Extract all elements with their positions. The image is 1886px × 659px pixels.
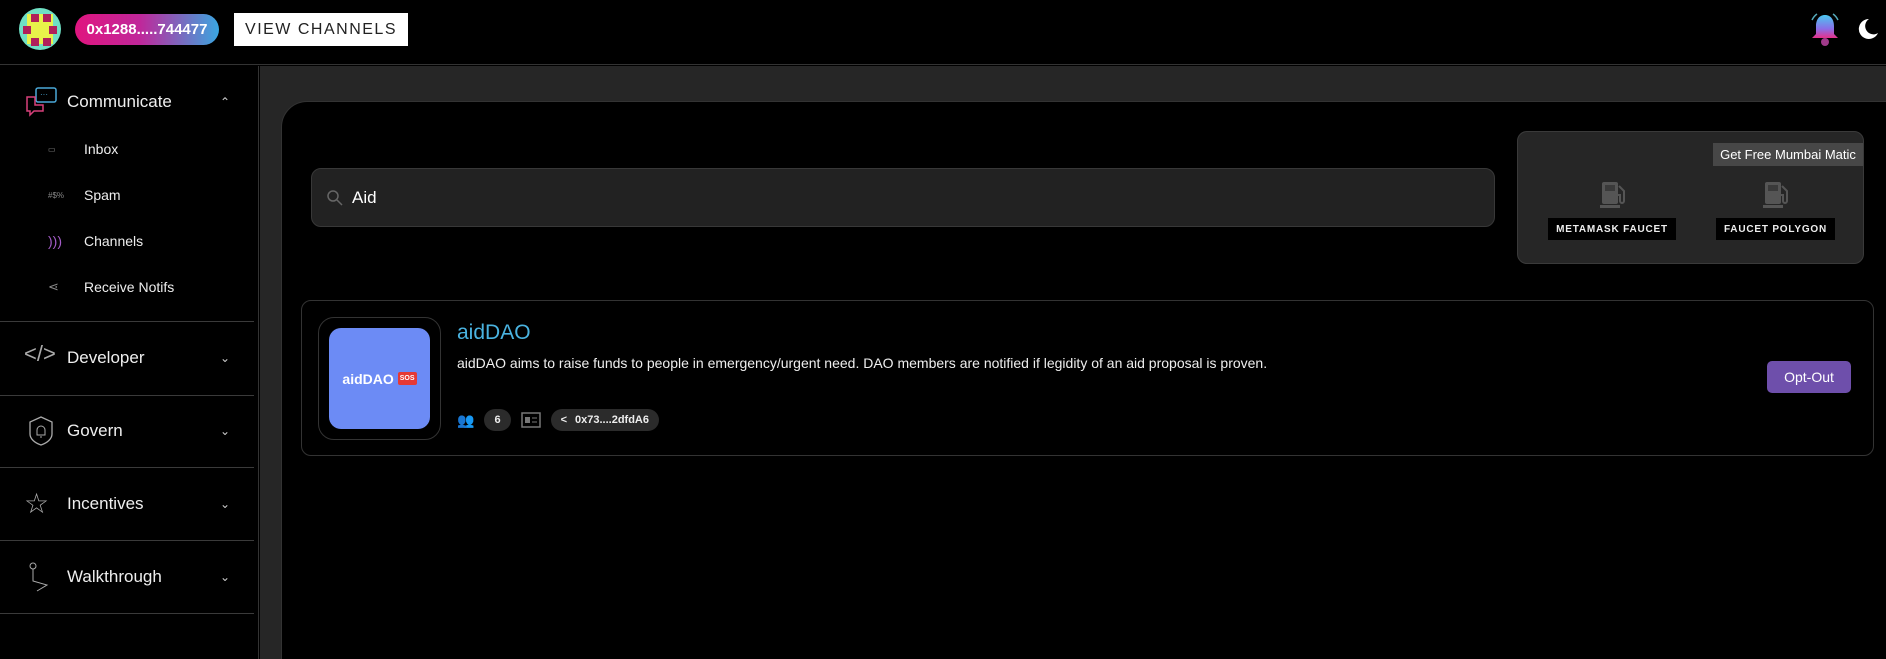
divider: [0, 540, 254, 541]
channel-name[interactable]: aidDAO: [457, 321, 531, 345]
chevron-up-icon[interactable]: ⌃: [220, 95, 230, 109]
shield-bell-icon: [29, 416, 53, 446]
faucet-panel: Get Free Mumbai Matic METAMASK FAUCET FA…: [1517, 131, 1864, 264]
share-icon: <: [560, 414, 567, 426]
search-icon: [327, 189, 343, 206]
chevron-down-icon[interactable]: ⌄: [220, 497, 230, 511]
gas-pump-icon: [1600, 182, 1625, 208]
sidebar-section-communicate[interactable]: ··· Communicate ⌃: [0, 84, 258, 120]
metamask-faucet-button[interactable]: METAMASK FAUCET: [1548, 218, 1676, 240]
opt-out-button[interactable]: Opt-Out: [1767, 361, 1851, 393]
share-nodes-icon: ⋖: [48, 279, 59, 294]
sidebar-section-govern[interactable]: Govern ⌄: [0, 414, 258, 448]
inbox-icon: ▭: [48, 144, 56, 154]
channels-waves-icon: ))): [48, 233, 62, 249]
sidebar-section-walkthrough[interactable]: Walkthrough ⌄: [0, 560, 258, 594]
route-path-icon: [29, 562, 49, 592]
subscribers-icon: 👥: [457, 411, 475, 428]
chevron-down-icon[interactable]: ⌄: [220, 424, 230, 438]
spam-icon: #$%: [48, 190, 65, 200]
sidebar-item-channels[interactable]: ))) Channels: [48, 233, 143, 249]
faucet-polygon-button[interactable]: FAUCET POLYGON: [1716, 218, 1835, 240]
divider: [0, 467, 254, 468]
channel-description: aidDAO aims to raise funds to people in …: [457, 355, 1268, 371]
search-input[interactable]: [352, 187, 1452, 208]
sidebar-section-developer[interactable]: </> Developer ⌄: [0, 341, 258, 375]
subscriber-count: 6: [484, 409, 511, 431]
chevron-down-icon[interactable]: ⌄: [220, 351, 230, 365]
svg-text:···: ···: [40, 90, 48, 99]
star-icon: ☆: [24, 488, 50, 519]
sos-badge: SOS: [397, 372, 417, 385]
dark-mode-moon-icon[interactable]: [1855, 17, 1879, 41]
gas-pump-icon: [1763, 182, 1788, 208]
divider: [0, 321, 254, 322]
search-bar[interactable]: [311, 168, 1495, 227]
sidebar: ··· Communicate ⌃ ▭ Inbox #$% Spam ))) Chan…: [0, 66, 259, 659]
faucet-title: Get Free Mumbai Matic: [1713, 143, 1863, 166]
chat-bubbles-icon: ···: [26, 87, 57, 117]
channel-address-pill[interactable]: <0x73....2dfdA6: [550, 409, 659, 431]
divider: [0, 395, 254, 396]
channel-meta: 👥 6 <0x73....2dfdA6: [457, 409, 659, 431]
sidebar-section-label: Communicate: [67, 92, 172, 111]
id-card-icon: [520, 412, 541, 428]
sidebar-section-incentives[interactable]: ☆ Incentives ⌄: [0, 487, 258, 521]
bell-icon[interactable]: [1808, 12, 1842, 48]
sidebar-item-inbox[interactable]: ▭ Inbox: [48, 141, 118, 157]
code-icon: </>: [24, 341, 56, 366]
wallet-address-pill[interactable]: 0x1288.....744477: [75, 14, 219, 45]
channel-card: aidDAO SOS aidDAO aidDAO aims to raise fu…: [301, 300, 1874, 456]
view-channels-button[interactable]: VIEW CHANNELS: [234, 13, 408, 46]
divider: [0, 613, 254, 614]
sidebar-item-spam[interactable]: #$% Spam: [48, 187, 121, 203]
top-header: 0x1288.....744477 VIEW CHANNELS: [0, 0, 1886, 65]
channel-logo[interactable]: aidDAO SOS: [318, 317, 441, 440]
sidebar-item-receive-notifs[interactable]: ⋖ Receive Notifs: [48, 279, 174, 295]
avatar[interactable]: [19, 8, 61, 50]
chevron-down-icon[interactable]: ⌄: [220, 570, 230, 584]
